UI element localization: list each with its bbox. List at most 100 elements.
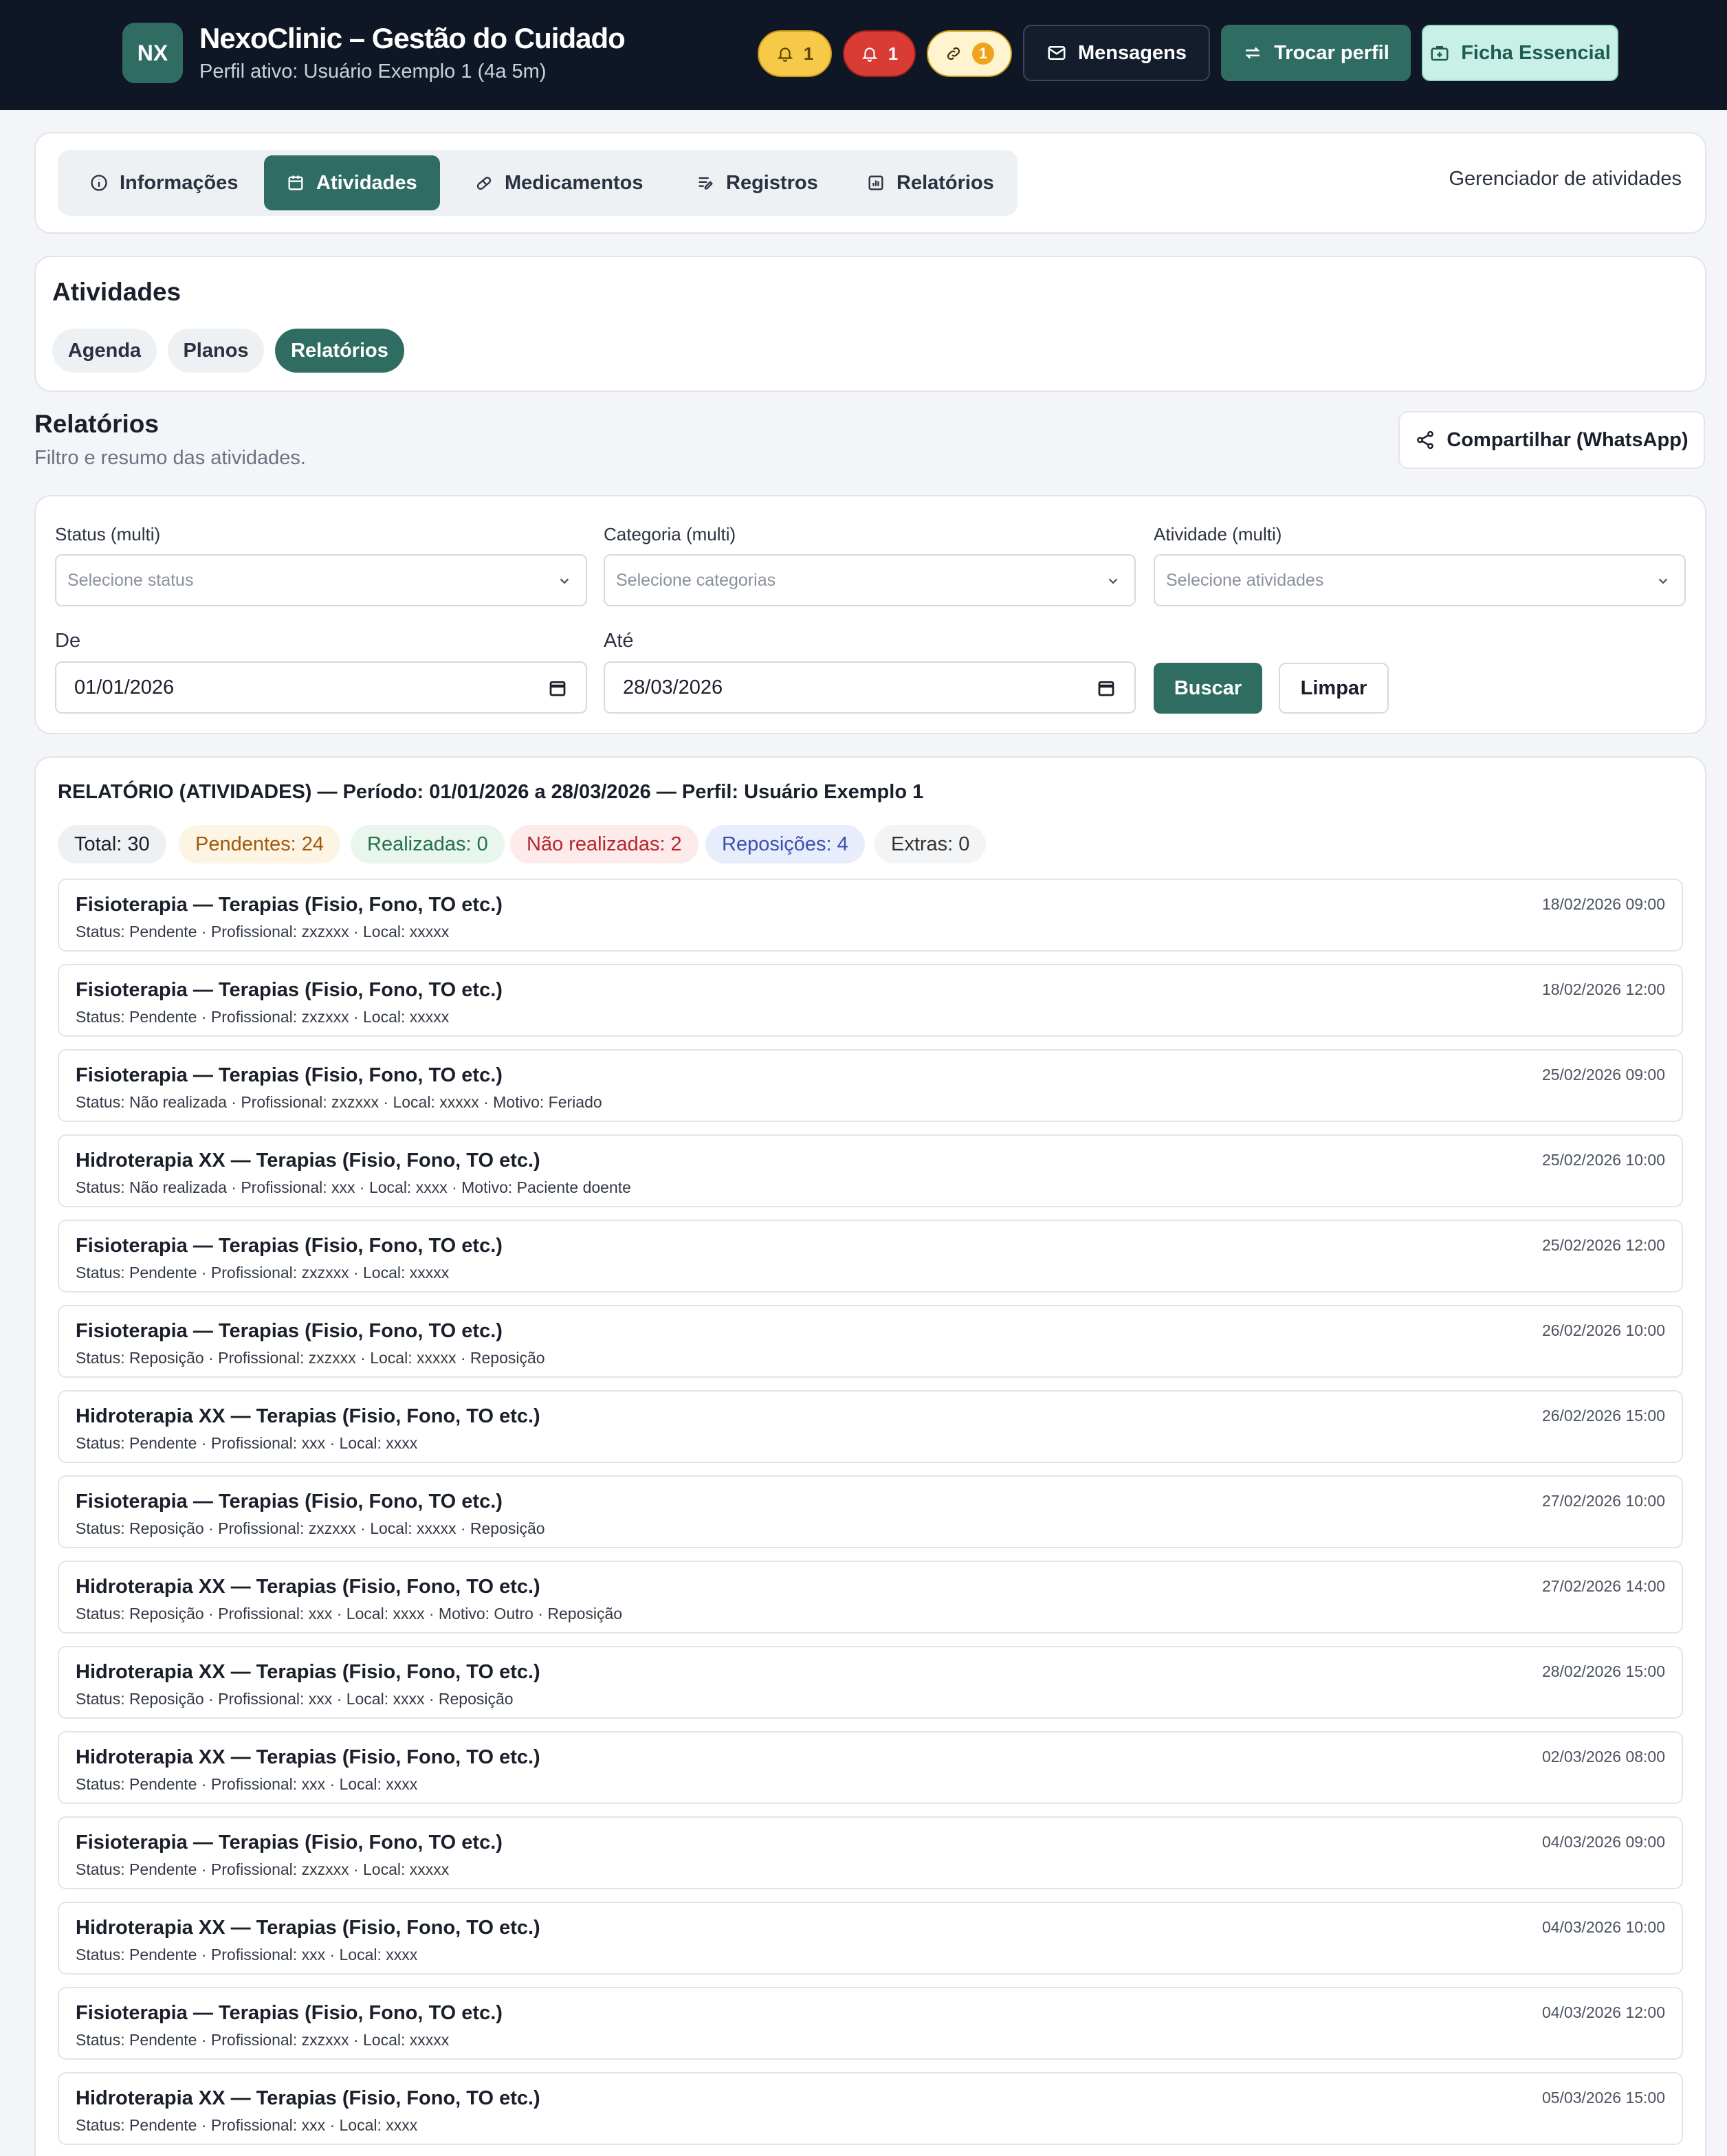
tab-medicamentos[interactable]: Medicamentos bbox=[452, 155, 665, 210]
notification-badge-red[interactable]: 1 bbox=[843, 30, 916, 77]
switch-profile-button[interactable]: Trocar perfil bbox=[1221, 25, 1411, 81]
calendar-icon[interactable] bbox=[547, 678, 568, 698]
list-item[interactable]: Fisioterapia — Terapias (Fisio, Fono, TO… bbox=[58, 1475, 1683, 1548]
share-label: Compartilhar (WhatsApp) bbox=[1446, 428, 1688, 451]
tab-registros[interactable]: Registros bbox=[674, 155, 840, 210]
category-filter-label: Categoria (multi) bbox=[604, 524, 736, 544]
status-placeholder: Selecione status bbox=[67, 570, 194, 590]
item-date: 26/02/2026 15:00 bbox=[1541, 1407, 1665, 1424]
notes-icon bbox=[698, 177, 713, 190]
item-date: 27/02/2026 14:00 bbox=[1541, 1577, 1665, 1595]
badge-count: 1 bbox=[972, 43, 994, 65]
item-date: 26/02/2026 10:00 bbox=[1541, 1321, 1665, 1339]
list-item[interactable]: Hidroterapia XX — Terapias (Fisio, Fono,… bbox=[58, 1731, 1683, 1804]
badge-count: 1 bbox=[888, 43, 899, 64]
item-meta: Status: Pendente · Profissional: zxzxxx … bbox=[76, 923, 450, 940]
to-date-input[interactable]: 28/03/2026 bbox=[604, 661, 1136, 714]
item-date: 25/02/2026 10:00 bbox=[1541, 1151, 1665, 1169]
reports-title: Relatórios bbox=[34, 410, 159, 438]
clear-button[interactable]: Limpar bbox=[1279, 663, 1389, 714]
mail-icon bbox=[1048, 46, 1066, 60]
list-item[interactable]: Fisioterapia — Terapias (Fisio, Fono, TO… bbox=[58, 879, 1683, 952]
item-date: 25/02/2026 12:00 bbox=[1541, 1236, 1665, 1254]
pill-icon bbox=[476, 177, 492, 190]
activity-placeholder: Selecione atividades bbox=[1166, 570, 1324, 590]
category-select[interactable]: Selecione categorias bbox=[604, 554, 1136, 606]
item-meta: Status: Reposição · Profissional: xxx · … bbox=[76, 1690, 514, 1708]
item-title: Fisioterapia — Terapias (Fisio, Fono, TO… bbox=[76, 2002, 503, 2024]
list-item[interactable]: Fisioterapia — Terapias (Fisio, Fono, TO… bbox=[58, 1987, 1683, 2060]
from-date-label: De bbox=[55, 630, 81, 652]
active-profile-label: Perfil ativo: Usuário Exemplo 1 (4a 5m) bbox=[199, 60, 547, 82]
to-date-value: 28/03/2026 bbox=[623, 676, 723, 698]
list-item[interactable]: Hidroterapia XX — Terapias (Fisio, Fono,… bbox=[58, 1902, 1683, 1974]
category-placeholder: Selecione categorias bbox=[616, 570, 776, 590]
tab-informacoes[interactable]: Informações bbox=[67, 155, 260, 210]
tab-label: Atividades bbox=[316, 171, 417, 194]
subtab-relatorios[interactable]: Relatórios bbox=[275, 329, 404, 373]
activity-filter-label: Atividade (multi) bbox=[1154, 524, 1282, 544]
switch-profile-label: Trocar perfil bbox=[1274, 41, 1389, 64]
activity-manager-link[interactable]: Gerenciador de atividades bbox=[1449, 168, 1682, 190]
tab-label: Informações bbox=[120, 171, 239, 194]
item-title: Hidroterapia XX — Terapias (Fisio, Fono,… bbox=[76, 1917, 540, 1939]
activity-select[interactable]: Selecione atividades bbox=[1154, 554, 1686, 606]
chevron-down-icon bbox=[560, 578, 569, 584]
app-title: NexoClinic – Gestão do Cuidado bbox=[199, 22, 626, 54]
notification-badge-yellow[interactable]: 1 bbox=[758, 30, 832, 77]
item-title: Hidroterapia XX — Terapias (Fisio, Fono,… bbox=[76, 2087, 540, 2109]
top-bar: NX NexoClinic – Gestão do Cuidado Perfil… bbox=[0, 0, 1727, 110]
subtab-agenda[interactable]: Agenda bbox=[52, 329, 157, 373]
summary-total: Total: 30 bbox=[58, 825, 166, 864]
subtab-planos[interactable]: Planos bbox=[168, 329, 264, 373]
info-icon bbox=[91, 175, 107, 191]
app-logo: NX bbox=[122, 23, 183, 83]
list-item[interactable]: Fisioterapia — Terapias (Fisio, Fono, TO… bbox=[58, 964, 1683, 1037]
status-filter-label: Status (multi) bbox=[55, 524, 161, 544]
share-icon bbox=[1417, 430, 1434, 450]
item-date: 02/03/2026 08:00 bbox=[1541, 1748, 1665, 1766]
list-item[interactable]: Hidroterapia XX — Terapias (Fisio, Fono,… bbox=[58, 1390, 1683, 1463]
share-whatsapp-button[interactable]: Compartilhar (WhatsApp) bbox=[1398, 411, 1705, 469]
tab-relatorios[interactable]: Relatórios bbox=[844, 155, 1016, 210]
from-date-input[interactable]: 01/01/2026 bbox=[55, 661, 587, 714]
messages-button[interactable]: Mensagens bbox=[1023, 25, 1210, 81]
item-title: Fisioterapia — Terapias (Fisio, Fono, TO… bbox=[76, 1320, 503, 1342]
item-title: Hidroterapia XX — Terapias (Fisio, Fono,… bbox=[76, 1746, 540, 1768]
medical-bag-icon bbox=[1431, 46, 1449, 61]
item-meta: Status: Não realizada · Profissional: xx… bbox=[76, 1178, 631, 1196]
activity-list: Fisioterapia — Terapias (Fisio, Fono, TO… bbox=[58, 879, 1683, 2156]
list-item[interactable]: Fisioterapia — Terapias (Fisio, Fono, TO… bbox=[58, 1049, 1683, 1122]
bell-icon bbox=[861, 47, 878, 62]
item-title: Fisioterapia — Terapias (Fisio, Fono, TO… bbox=[76, 979, 503, 1001]
status-select[interactable]: Selecione status bbox=[55, 554, 587, 606]
item-meta: Status: Pendente · Profissional: zxzxxx … bbox=[76, 1860, 450, 1878]
list-item[interactable]: Fisioterapia — Terapias (Fisio, Fono, TO… bbox=[58, 1816, 1683, 1889]
calendar-icon[interactable] bbox=[1096, 678, 1116, 698]
link-icon bbox=[947, 47, 960, 60]
item-meta: Status: Pendente · Profissional: xxx · L… bbox=[76, 1434, 418, 1452]
tab-label: Relatórios bbox=[896, 171, 994, 194]
item-date: 04/03/2026 10:00 bbox=[1541, 1918, 1665, 1936]
list-item[interactable]: Fisioterapia — Terapias (Fisio, Fono, TO… bbox=[58, 1305, 1683, 1378]
tab-label: Registros bbox=[726, 171, 818, 194]
item-meta: Status: Pendente · Profissional: zxzxxx … bbox=[76, 1264, 450, 1282]
link-badge[interactable]: 1 bbox=[927, 30, 1012, 77]
reports-subtitle: Filtro e resumo das atividades. bbox=[34, 447, 306, 469]
item-date: 18/02/2026 09:00 bbox=[1541, 895, 1665, 913]
item-date: 18/02/2026 12:00 bbox=[1541, 980, 1665, 998]
item-meta: Status: Pendente · Profissional: xxx · L… bbox=[76, 2116, 418, 2134]
item-title: Fisioterapia — Terapias (Fisio, Fono, TO… bbox=[76, 1064, 503, 1086]
list-item[interactable]: Hidroterapia XX — Terapias (Fisio, Fono,… bbox=[58, 1134, 1683, 1207]
filters-card: Status (multi) Selecione status Categori… bbox=[34, 495, 1706, 734]
summary-pending: Pendentes: 24 bbox=[179, 825, 341, 864]
list-item[interactable]: Hidroterapia XX — Terapias (Fisio, Fono,… bbox=[58, 1646, 1683, 1719]
list-item[interactable]: Hidroterapia XX — Terapias (Fisio, Fono,… bbox=[58, 1561, 1683, 1634]
tab-atividades[interactable]: Atividades bbox=[264, 155, 440, 210]
ficha-essencial-button[interactable]: Ficha Essencial bbox=[1422, 25, 1618, 81]
list-item[interactable]: Hidroterapia XX — Terapias (Fisio, Fono,… bbox=[58, 2072, 1683, 2145]
list-item[interactable]: Fisioterapia — Terapias (Fisio, Fono, TO… bbox=[58, 1220, 1683, 1292]
item-meta: Status: Pendente · Profissional: zxzxxx … bbox=[76, 2031, 450, 2049]
search-button[interactable]: Buscar bbox=[1154, 663, 1262, 714]
item-meta: Status: Pendente · Profissional: xxx · L… bbox=[76, 1775, 418, 1793]
